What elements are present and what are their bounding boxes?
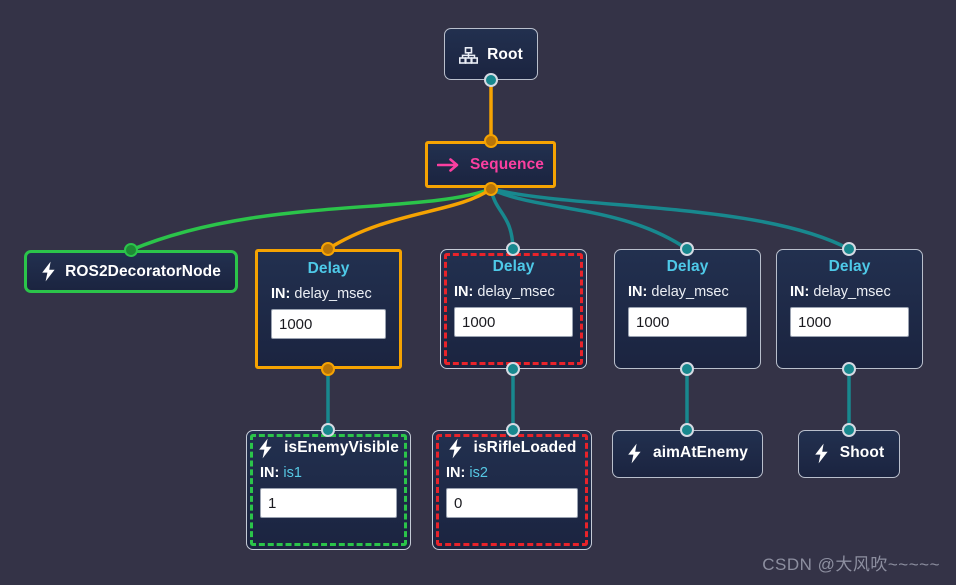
node-delay-2[interactable]: Delay IN: delay_msec	[440, 249, 587, 369]
node-isrifleloaded-port-key: is2	[469, 465, 488, 481]
node-delay-4-port-label: IN: delay_msec	[777, 284, 922, 300]
node-isenemyvisible-port-prefix: IN:	[260, 465, 280, 481]
node-delay-3-value-input[interactable]	[628, 307, 747, 337]
edge-sequence-delay-1	[326, 187, 493, 251]
port-delay-3-in[interactable]	[680, 242, 694, 256]
node-shoot-title: Shoot	[839, 444, 885, 461]
node-delay-1-header: Delay	[258, 252, 399, 286]
node-shoot-header: Shoot	[799, 431, 899, 475]
port-delay-2-out[interactable]	[506, 362, 520, 376]
node-delay-4-port-key: delay_msec	[813, 284, 891, 300]
node-shoot[interactable]: Shoot	[798, 430, 900, 478]
node-delay-2-title: Delay	[492, 258, 535, 275]
node-delay-2-port-prefix: IN:	[454, 284, 474, 300]
node-decorator-title: ROS2DecoratorNode	[65, 262, 221, 280]
port-isenemyvisible-in[interactable]	[321, 423, 335, 437]
node-delay-2-port-key: delay_msec	[477, 284, 555, 300]
node-delay-4-title: Delay	[828, 258, 871, 275]
port-root-out[interactable]	[484, 73, 498, 87]
node-isrifleloaded-port-prefix: IN:	[446, 465, 466, 481]
node-isrifleloaded[interactable]: isRifleLoaded IN: is2	[432, 430, 592, 550]
port-delay-4-out[interactable]	[842, 362, 856, 376]
node-delay-2-value-input[interactable]	[454, 307, 573, 337]
port-shoot-in[interactable]	[842, 423, 856, 437]
edge-sequence-delay-4	[489, 187, 851, 251]
port-isrifleloaded-in[interactable]	[506, 423, 520, 437]
node-isrifleloaded-port-label: IN: is2	[433, 465, 591, 481]
node-delay-1-title: Delay	[307, 260, 350, 277]
node-delay-1-value-input[interactable]	[271, 309, 386, 339]
watermark: CSDN @大风吹~~~~~	[762, 555, 940, 574]
node-sequence[interactable]: Sequence	[425, 141, 556, 188]
node-delay-1-port-prefix: IN:	[271, 286, 291, 302]
lightning-bolt-icon	[814, 443, 829, 464]
hierarchy-icon	[459, 46, 479, 64]
node-isenemyvisible[interactable]: isEnemyVisible IN: is1	[246, 430, 411, 550]
node-delay-4-value-input[interactable]	[790, 307, 909, 337]
port-aimatenemy-in[interactable]	[680, 423, 694, 437]
node-aimatenemy-header: aimAtEnemy	[613, 431, 762, 475]
lightning-bolt-icon	[41, 261, 56, 282]
lightning-bolt-icon	[627, 443, 642, 464]
port-delay-4-in[interactable]	[842, 242, 856, 256]
node-aimatenemy[interactable]: aimAtEnemy	[612, 430, 763, 478]
node-delay-2-port-label: IN: delay_msec	[441, 284, 586, 300]
node-delay-1[interactable]: Delay IN: delay_msec	[255, 249, 402, 369]
node-isenemyvisible-port-label: IN: is1	[247, 465, 410, 481]
port-delay-2-in[interactable]	[506, 242, 520, 256]
node-delay-4[interactable]: Delay IN: delay_msec	[776, 249, 923, 369]
node-delay-3-port-prefix: IN:	[628, 284, 648, 300]
node-isenemyvisible-value-input[interactable]	[260, 488, 397, 518]
node-delay-3-port-label: IN: delay_msec	[615, 284, 760, 300]
node-isrifleloaded-title: isRifleLoaded	[473, 439, 577, 456]
edge-sequence-delay-3	[489, 187, 689, 251]
node-aimatenemy-title: aimAtEnemy	[653, 444, 748, 461]
port-sequence-in[interactable]	[484, 134, 498, 148]
port-delay-1-out[interactable]	[321, 362, 335, 376]
port-delay-1-in[interactable]	[321, 242, 335, 256]
port-delay-3-out[interactable]	[680, 362, 694, 376]
arrow-right-icon	[436, 157, 461, 172]
node-delay-3[interactable]: Delay IN: delay_msec	[614, 249, 761, 369]
node-isenemyvisible-title: isEnemyVisible	[284, 439, 399, 456]
node-delay-3-port-key: delay_msec	[651, 284, 729, 300]
node-decorator-header: ROS2DecoratorNode	[27, 253, 235, 290]
node-sequence-header: Sequence	[428, 144, 553, 185]
node-isenemyvisible-port-key: is1	[283, 465, 302, 481]
lightning-bolt-icon	[258, 438, 273, 459]
port-decorator-in[interactable]	[124, 243, 138, 257]
node-isrifleloaded-value-input[interactable]	[446, 488, 578, 518]
node-root-title: Root	[487, 46, 523, 63]
lightning-bolt-icon	[448, 438, 463, 459]
behavior-tree-canvas[interactable]: Root Sequence ROS2DecoratorNode Delay IN…	[0, 0, 956, 585]
node-delay-1-port-label: IN: delay_msec	[258, 286, 399, 302]
node-delay-4-port-prefix: IN:	[790, 284, 810, 300]
node-sequence-title: Sequence	[469, 155, 545, 173]
node-delay-1-port-key: delay_msec	[294, 286, 372, 302]
edge-sequence-delay-2	[489, 187, 515, 251]
node-delay-3-title: Delay	[666, 258, 709, 275]
port-sequence-out[interactable]	[484, 182, 498, 196]
edge-sequence-decorator	[129, 187, 493, 252]
